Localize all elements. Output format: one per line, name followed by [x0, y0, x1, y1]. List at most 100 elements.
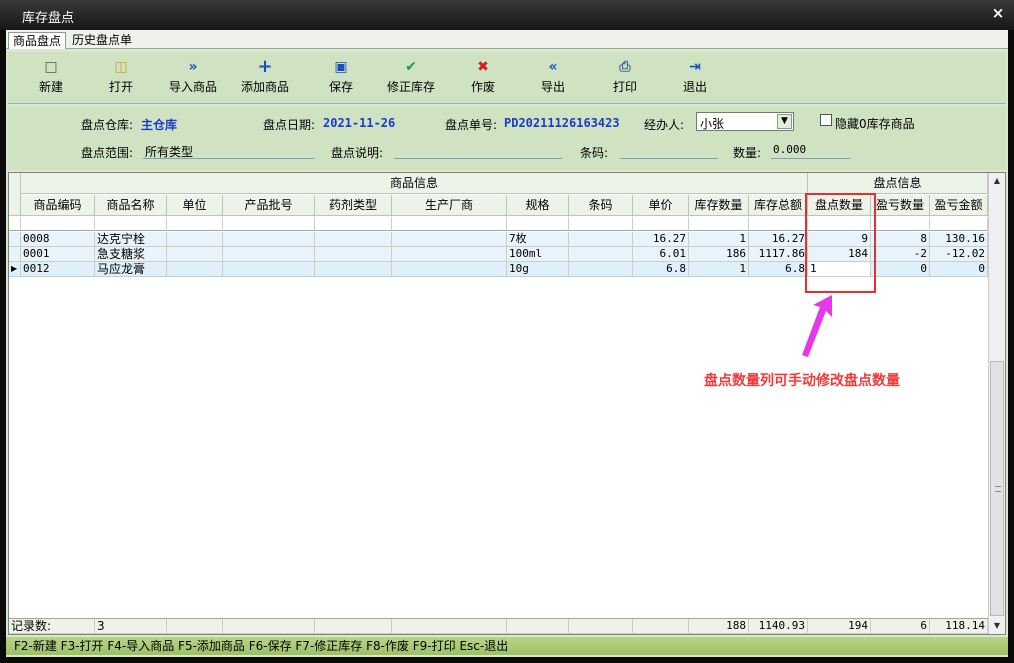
filter-cell-dosage-type[interactable] [315, 217, 392, 231]
add-icon: + [257, 56, 273, 77]
footer-barcode [569, 619, 633, 634]
save-button-label: 保存 [328, 80, 353, 94]
cell-diff-qty: -2 [871, 247, 930, 262]
cell-dosage-type [315, 232, 392, 247]
barcode-label: 条码: [580, 146, 609, 160]
filter-cell-unit[interactable] [167, 217, 223, 231]
order-number-value: PD20211126163423 [504, 116, 620, 130]
column-header-spec[interactable]: 规格 [507, 195, 569, 216]
export-icon: « [548, 59, 558, 75]
group-header-check-info: 盘点信息 [808, 173, 988, 194]
cell-stock-amount: 16.27 [749, 232, 808, 247]
handler-select[interactable]: 小张 ▼ [696, 112, 794, 131]
column-header-stock-qty[interactable]: 库存数量 [689, 195, 749, 216]
import-icon: » [188, 59, 198, 75]
cell-stock-qty: 186 [689, 247, 749, 262]
void-button-label: 作废 [470, 80, 495, 94]
cell-barcode [569, 232, 633, 247]
title-bar: 库存盘点 × [0, 0, 1014, 30]
new-button-label: 新建 [38, 80, 63, 94]
group-header-product-info: 商品信息 [21, 173, 808, 194]
printer-icon: ⎙ [619, 59, 631, 75]
cell-unit-price: 16.27 [633, 232, 689, 247]
print-button[interactable]: ⎙ 打印 [590, 58, 660, 95]
quantity-field[interactable]: 0.000 [771, 143, 851, 159]
filter-cell-product-name[interactable] [95, 217, 167, 231]
column-header-batch-number[interactable]: 产品批号 [223, 195, 315, 216]
footer-row: 记录数: 3 188 1140.93 194 6 118.14 [9, 618, 988, 634]
filter-cell-manufacturer[interactable] [392, 217, 507, 231]
scroll-thumb[interactable] [990, 361, 1004, 616]
import-products-label: 导入商品 [168, 80, 217, 94]
export-button[interactable]: « 导出 [518, 58, 588, 95]
filter-cell-barcode[interactable] [569, 217, 633, 231]
close-icon[interactable]: × [990, 5, 1006, 21]
column-header-unit-price[interactable]: 单价 [633, 195, 689, 216]
column-header-manufacturer[interactable]: 生产厂商 [392, 195, 507, 216]
hide-zero-stock-label: 隐藏0库存商品 [835, 117, 915, 131]
check-icon: ✔ [405, 59, 417, 75]
filter-cell-spec[interactable] [507, 217, 569, 231]
new-button[interactable]: □ 新建 [16, 58, 86, 95]
correct-stock-button[interactable]: ✔ 修正库存 [376, 58, 446, 95]
column-header-unit[interactable]: 单位 [167, 195, 223, 216]
save-button[interactable]: ▣ 保存 [306, 58, 376, 95]
row-indicator-header [9, 173, 21, 216]
cell-unit-price: 6.8 [633, 262, 689, 277]
date-value[interactable]: 2021-11-26 [323, 116, 395, 130]
column-header-barcode[interactable]: 条码 [569, 195, 633, 216]
cell-dosage-type [315, 262, 392, 277]
filter-cell-batch-number[interactable] [223, 217, 315, 231]
column-header-diff-amount[interactable]: 盈亏金额 [930, 195, 988, 216]
column-header-stock-amount[interactable]: 库存总额 [749, 195, 808, 216]
tab-product-check[interactable]: 商品盘点 [8, 32, 67, 49]
cell-unit [167, 232, 223, 247]
filter-cell-diff-amount[interactable] [930, 217, 988, 231]
column-header-diff-qty[interactable]: 盈亏数量 [871, 195, 930, 216]
import-products-button[interactable]: » 导入商品 [158, 58, 228, 95]
footer-diff-qty: 6 [871, 619, 930, 634]
cancel-icon: ✖ [477, 59, 489, 75]
column-header-product-code[interactable]: 商品编码 [21, 195, 95, 216]
app-window: 库存盘点 × 商品盘点 历史盘点单 □ 新建 ◫ 打开 » 导入商品 + 添加商… [0, 0, 1014, 663]
current-row-pointer-icon[interactable]: ▶ [9, 262, 21, 277]
filter-cell-product-code[interactable] [21, 217, 95, 231]
scroll-up-icon[interactable]: ▲ [989, 173, 1005, 189]
chevron-down-icon[interactable]: ▼ [777, 114, 792, 129]
warehouse-value[interactable]: 主仓库 [141, 116, 177, 133]
scroll-down-icon[interactable]: ▼ [989, 618, 1005, 634]
vertical-scrollbar[interactable]: ▲ ▼ [988, 173, 1005, 634]
cell-unit-price: 6.01 [633, 247, 689, 262]
cell-spec: 100ml [507, 247, 569, 262]
hide-zero-stock-checkbox[interactable] [820, 114, 832, 126]
range-field[interactable]: 所有类型 [143, 143, 315, 159]
note-label: 盘点说明: [331, 146, 384, 160]
barcode-field[interactable] [620, 143, 718, 159]
filter-cell-stock-amount[interactable] [749, 217, 808, 231]
filter-cell-unit-price[interactable] [633, 217, 689, 231]
cell-unit [167, 262, 223, 277]
open-button[interactable]: ◫ 打开 [86, 58, 156, 95]
row-indicator[interactable] [9, 247, 21, 262]
cell-dosage-type [315, 247, 392, 262]
column-header-product-name[interactable]: 商品名称 [95, 195, 167, 216]
cell-manufacturer [392, 232, 507, 247]
annotation-arrow-icon [802, 295, 832, 357]
tab-history-check[interactable]: 历史盘点单 [68, 32, 136, 49]
date-label: 盘点日期: [263, 118, 316, 132]
cell-product-code: 0001 [21, 247, 95, 262]
note-field[interactable] [394, 143, 562, 159]
filter-cell-diff-qty[interactable] [871, 217, 930, 231]
void-button[interactable]: ✖ 作废 [448, 58, 518, 95]
toolbar: □ 新建 ◫ 打开 » 导入商品 + 添加商品 ▣ 保存 ✔ 修正库存 ✖ 作废… [8, 52, 1006, 104]
column-header-dosage-type[interactable]: 药剂类型 [315, 195, 392, 216]
footer-spec [507, 619, 569, 634]
row-indicator[interactable] [9, 232, 21, 247]
footer-unit-price [633, 619, 689, 634]
record-count-label: 记录数: [9, 619, 95, 634]
footer-diff-amount: 118.14 [930, 619, 988, 634]
exit-button[interactable]: ⇥ 退出 [660, 58, 730, 95]
cell-barcode [569, 247, 633, 262]
add-product-button[interactable]: + 添加商品 [230, 58, 300, 95]
filter-cell-stock-qty[interactable] [689, 217, 749, 231]
